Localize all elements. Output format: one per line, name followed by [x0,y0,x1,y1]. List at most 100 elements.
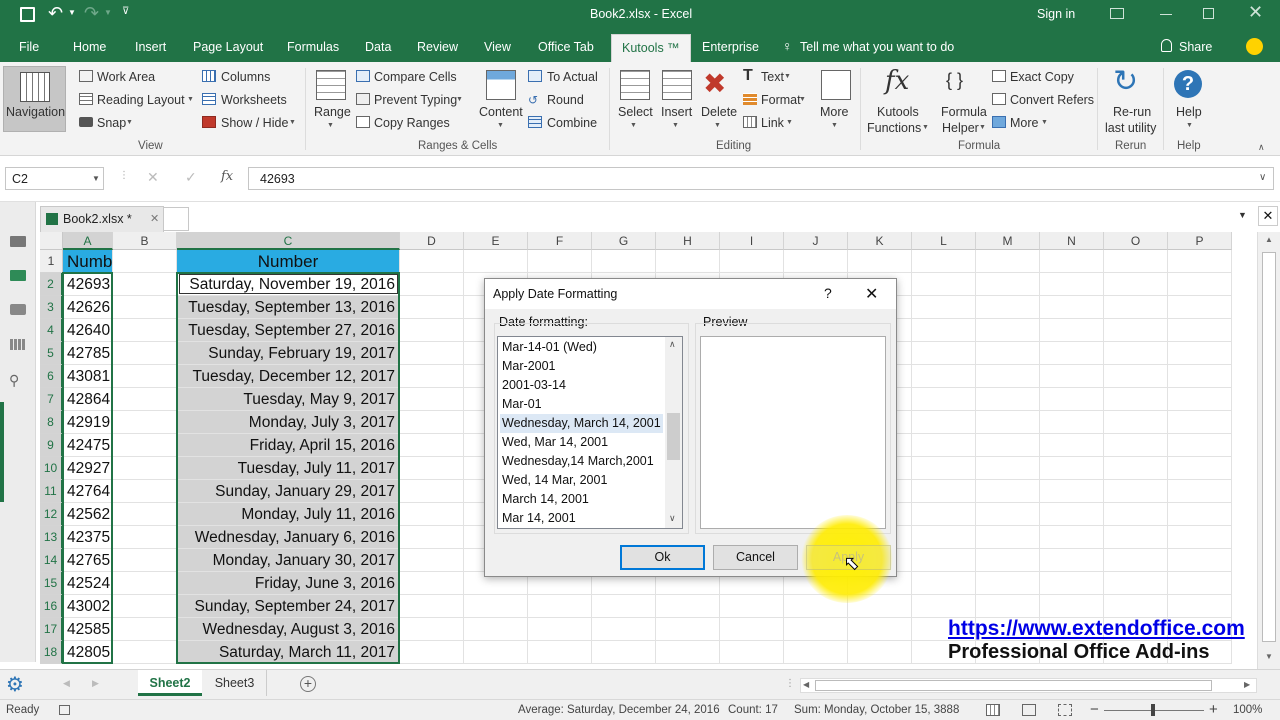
show-hide-button[interactable]: Show / Hide [221,115,288,131]
cell[interactable] [113,549,177,572]
cell[interactable] [1040,388,1104,411]
compare-cells-button[interactable]: Compare Cells [374,69,457,85]
column-header-n[interactable]: N [1040,232,1104,250]
column-header-d[interactable]: D [400,232,464,250]
date-cell[interactable]: Friday, June 3, 2016 [177,572,400,595]
rerun-label-2[interactable]: last utility [1105,120,1156,136]
cell[interactable] [1104,572,1168,595]
text-dropdown-icon[interactable]: ▼ [784,73,791,80]
number-cell[interactable]: 42524 [63,572,113,595]
tab-page-layout[interactable]: Page Layout [193,30,263,62]
cell[interactable] [1040,411,1104,434]
date-format-option[interactable]: Wednesday,14 March,2001 [500,452,663,471]
cancel-entry-icon[interactable]: ✕ [147,169,159,186]
date-cell[interactable]: Sunday, February 19, 2017 [177,342,400,365]
cell[interactable] [1104,273,1168,296]
cell[interactable] [1168,595,1232,618]
date-format-option[interactable]: Mar-2001 [500,357,663,376]
link-button[interactable]: Link [761,115,784,131]
column-header-g[interactable]: G [592,232,656,250]
cell[interactable] [1040,480,1104,503]
undo-dropdown-icon[interactable]: ▼ [68,8,76,17]
row-header[interactable]: 6 [40,365,63,388]
list-scroll-up-icon[interactable]: ∧ [669,339,676,350]
cell[interactable] [976,526,1040,549]
column-header-l[interactable]: L [912,232,976,250]
cell[interactable] [1104,549,1168,572]
help-dropdown-icon[interactable]: ▼ [1186,122,1193,129]
number-cell[interactable]: 42585 [63,618,113,641]
cell[interactable] [912,411,976,434]
cell[interactable] [113,641,177,664]
row-header[interactable]: 13 [40,526,63,549]
row-header[interactable]: 14 [40,549,63,572]
number-cell[interactable]: 42785 [63,342,113,365]
number-cell[interactable]: 42640 [63,319,113,342]
tab-split-grip-icon[interactable]: ⋮ [785,678,795,689]
date-cell[interactable]: Wednesday, August 3, 2016 [177,618,400,641]
cell[interactable] [1104,595,1168,618]
number-cell[interactable]: 43081 [63,365,113,388]
cell[interactable] [976,365,1040,388]
date-cell[interactable]: Monday, July 3, 2017 [177,411,400,434]
cell[interactable] [912,549,976,572]
date-cell[interactable]: Monday, January 30, 2017 [177,549,400,572]
vertical-scrollbar[interactable]: ▲ ▼ [1257,232,1280,669]
cell[interactable] [976,411,1040,434]
cell[interactable] [400,434,464,457]
next-sheet-icon[interactable]: ▶ [92,678,99,689]
page-layout-view-icon[interactable] [1022,704,1036,716]
enter-entry-icon[interactable]: ✓ [185,169,197,186]
cell[interactable] [400,411,464,434]
smiley-icon[interactable] [1246,38,1263,55]
list-scroll-down-icon[interactable]: ∨ [669,513,676,524]
cell[interactable] [1040,457,1104,480]
zoom-level[interactable]: 100% [1233,704,1262,716]
cell[interactable] [912,250,976,273]
number-cell[interactable]: 42626 [63,296,113,319]
number-cell[interactable]: 42765 [63,549,113,572]
number-cell[interactable]: 42864 [63,388,113,411]
date-cell[interactable]: Saturday, March 11, 2017 [177,641,400,664]
cell[interactable] [912,388,976,411]
insert-button[interactable]: Insert [661,104,692,120]
cell[interactable] [400,273,464,296]
cell[interactable] [976,572,1040,595]
share-button[interactable]: Share [1179,30,1212,62]
column-header-p[interactable]: P [1168,232,1232,250]
work-area-button[interactable]: Work Area [97,69,155,85]
row-header[interactable]: 10 [40,457,63,480]
cell[interactable] [1040,549,1104,572]
cell[interactable] [976,595,1040,618]
redo-icon[interactable]: ↷ [84,3,99,24]
show-hide-dropdown-icon[interactable]: ▼ [289,119,296,126]
cell[interactable] [784,618,848,641]
cell[interactable] [1168,480,1232,503]
snap-dropdown-icon[interactable]: ▼ [126,119,133,126]
undo-icon[interactable]: ↶ [48,3,63,24]
horizontal-scroll-thumb[interactable] [815,680,1212,691]
cell[interactable] [113,503,177,526]
cell[interactable] [1040,434,1104,457]
insert-function-icon[interactable]: fx [221,169,233,184]
date-format-option[interactable]: March 14, 2001 [500,490,663,509]
date-format-option[interactable]: Wed, Mar 14, 2001 [500,433,663,452]
cell[interactable] [1168,434,1232,457]
cell[interactable] [912,273,976,296]
cell[interactable] [1104,319,1168,342]
cell[interactable] [1104,503,1168,526]
macro-recording-icon[interactable] [59,705,70,715]
cell[interactable] [1168,388,1232,411]
autotext-icon[interactable] [10,304,26,315]
cell[interactable] [1040,503,1104,526]
find-replace-icon[interactable]: ⚲ [9,372,19,389]
close-window-icon[interactable]: ✕ [1248,2,1263,23]
cell[interactable] [400,457,464,480]
row-header[interactable]: 12 [40,503,63,526]
rerun-label-1[interactable]: Re-run [1113,104,1151,120]
cell[interactable] [912,296,976,319]
cell[interactable] [1104,480,1168,503]
scroll-right-icon[interactable]: ▶ [1244,680,1250,689]
date-cell[interactable]: Tuesday, May 9, 2017 [177,388,400,411]
column-header-c[interactable]: C [177,232,400,250]
